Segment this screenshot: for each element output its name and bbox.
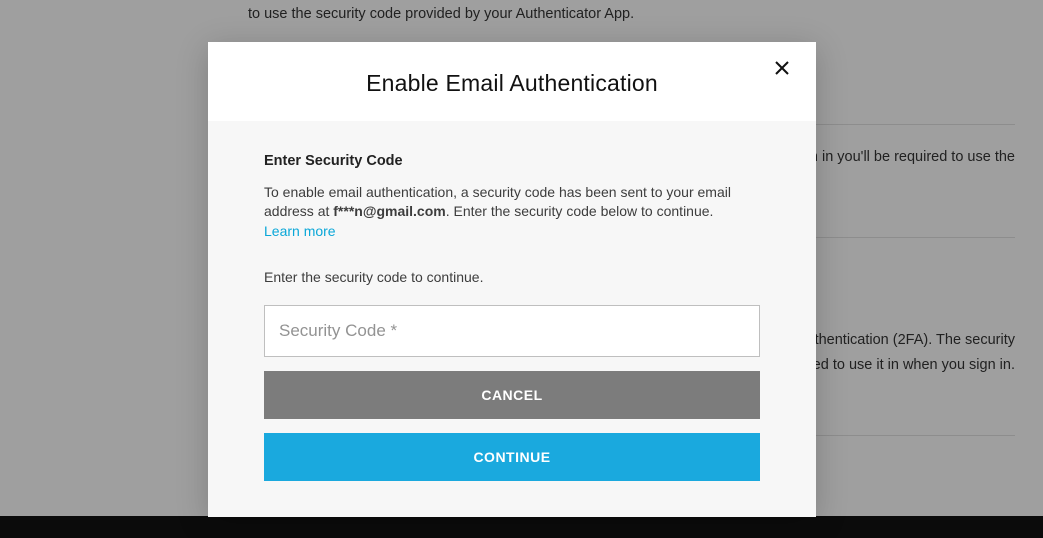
modal-title: Enable Email Authentication (228, 70, 796, 97)
masked-email: f***n@gmail.com (333, 203, 445, 219)
close-modal-button[interactable] (772, 60, 792, 80)
enter-code-instruction: Enter the security code to continue. (264, 269, 760, 285)
modal-header: Enable Email Authentication (208, 42, 816, 121)
close-icon (775, 61, 789, 79)
learn-more-link[interactable]: Learn more (264, 223, 336, 239)
security-code-input[interactable] (264, 305, 760, 357)
modal-body: Enter Security Code To enable email auth… (208, 121, 816, 517)
security-code-heading: Enter Security Code (264, 153, 760, 169)
continue-button[interactable]: Continue (264, 433, 760, 481)
security-code-description: To enable email authentication, a securi… (264, 183, 760, 221)
desc-suffix: . Enter the security code below to conti… (446, 203, 714, 219)
enable-email-auth-modal: Enable Email Authentication Enter Securi… (208, 42, 816, 517)
cancel-button[interactable]: Cancel (264, 371, 760, 419)
